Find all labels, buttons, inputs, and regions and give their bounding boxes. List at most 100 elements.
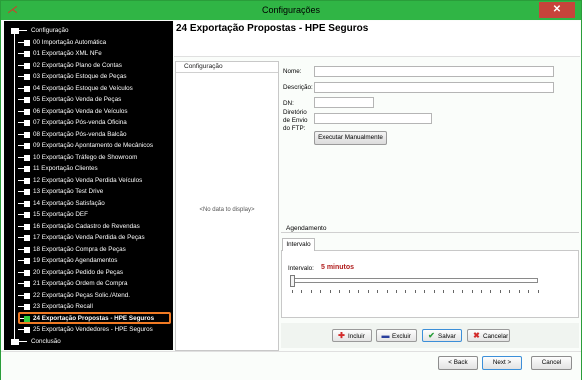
tree-item-step[interactable]: 12 Exportação Venda Perdida Veículos (4, 175, 173, 186)
cancelar-button[interactable]: ✖ Cancelar (467, 329, 510, 342)
slider-tick (471, 290, 473, 293)
slider-tick (367, 290, 369, 293)
tree-item-step[interactable]: 11 Exportação Clientes (4, 163, 173, 174)
diretorio-ftp-input[interactable] (314, 113, 432, 124)
tree-node-icon (24, 97, 30, 103)
tree-item-label: 21 Exportação Ordem de Compra (33, 280, 128, 287)
tree-node-icon (24, 189, 30, 195)
nome-input[interactable] (314, 66, 554, 77)
executar-manualmente-button[interactable]: Executar Manualmente (314, 131, 387, 145)
title-bar[interactable]: ⋌ Configurações ✕ (1, 1, 581, 20)
tree-item-label: 12 Exportação Venda Perdida Veículos (33, 176, 143, 184)
tree-node-icon (24, 258, 30, 264)
tree-item-step[interactable]: 05 Exportação Venda de Peças (4, 94, 173, 105)
tree-node-icon (11, 338, 19, 345)
tree-item-step[interactable]: 01 Exportação XML NFe (4, 48, 173, 59)
tree-item-label: 04 Exportação Estoque de Veículos (33, 84, 133, 92)
tree-item-label: 18 Exportação Compra de Peças (33, 245, 126, 253)
tree-item-step[interactable]: 19 Exportação Agendamentos (4, 255, 173, 266)
slider-tick (377, 290, 379, 293)
tree-item-step[interactable]: 06 Exportação Venda de Veículos (4, 106, 173, 117)
nome-label: Nome: (283, 68, 302, 75)
column-header-configuracao[interactable]: Configuração (176, 62, 278, 73)
tree-node-icon (24, 235, 30, 241)
diretorio-label-line2: de Envio (283, 117, 308, 124)
tree-item-step[interactable]: 16 Exportação Cadastro de Revendas (4, 221, 173, 232)
tree-node-icon (24, 269, 30, 276)
tree-item-step[interactable]: 04 Exportação Estoque de Veículos (4, 83, 173, 94)
tree-item-label: 02 Exportação Plano de Contas (33, 61, 122, 69)
dn-input[interactable] (314, 97, 374, 108)
dn-label: DN: (283, 100, 294, 107)
tree-item-label: 00 Importação Automática (33, 38, 107, 46)
tab-intervalo[interactable]: Intervalo (282, 238, 315, 251)
tree-item-label: 06 Exportação Venda de Veículos (33, 107, 128, 115)
back-button[interactable]: < Back (438, 356, 478, 370)
tree-item-step[interactable]: 14 Exportação Satisfação (4, 198, 173, 209)
diretorio-label-line3: do FTP: (283, 125, 306, 132)
page-header: 24 Exportação Propostas - HPE Seguros (174, 21, 580, 57)
slider-tick (481, 290, 482, 293)
tree-node-icon (24, 62, 30, 69)
tree-node-icon (24, 327, 30, 333)
incluir-button[interactable]: ✚ Incluir (332, 329, 372, 342)
slider-tick (339, 290, 341, 293)
diretorio-label-line1: Diretório (283, 109, 307, 116)
cancel-button[interactable]: Cancel (531, 356, 572, 370)
tree-item-step[interactable]: 08 Exportação Pós-venda Balcão (4, 129, 173, 140)
slider-tick (405, 290, 407, 293)
tree-root-configuracao[interactable]: Configuração (4, 25, 173, 36)
slider-tick (301, 290, 303, 293)
tree-item-step[interactable]: 18 Exportação Compra de Peças (4, 244, 173, 255)
tree-item-step[interactable]: 07 Exportação Pós-venda Oficina (4, 117, 173, 128)
tree-item-step[interactable]: 09 Exportação Apontamento de Mecânicos (4, 140, 173, 151)
tree-node-icon (24, 51, 30, 57)
tree-item-step[interactable]: 15 Exportação DEF (4, 209, 173, 220)
intervalo-value: 5 minutos (321, 264, 355, 271)
tree-item-label: 07 Exportação Pós-venda Oficina (33, 119, 127, 126)
tree-node-icon (24, 223, 30, 230)
excluir-button[interactable]: ▬ Excluir (376, 329, 417, 342)
tree-item-step[interactable]: 03 Exportação Estoque de Peças (4, 71, 173, 82)
tree-branch (15, 30, 27, 31)
tree-node-icon (24, 292, 30, 299)
tree-node-icon (24, 131, 30, 138)
tree-item-label: 17 Exportação Venda Perdida de Peças (33, 234, 145, 241)
tree-item-step[interactable]: 13 Exportação Test Drive (4, 186, 173, 197)
tree-item-label: 25 Exportação Vendedores - HPE Seguros (33, 326, 153, 333)
tree-item-label: 20 Exportação Pedido de Peças (33, 268, 123, 276)
tree-item-step[interactable]: 10 Exportação Tráfego de Showroom (4, 152, 173, 163)
slider-tick (528, 290, 530, 293)
tree-item-step[interactable]: 23 Exportação Recall (4, 301, 173, 312)
intervalo-slider-track[interactable] (290, 278, 538, 283)
salvar-label: Salvar (438, 333, 456, 340)
cancelar-label: Cancelar (483, 333, 509, 340)
tree-item-step[interactable]: 25 Exportação Vendedores - HPE Seguros (4, 324, 173, 335)
intervalo-tab-panel (281, 250, 579, 318)
tree-node-icon (24, 177, 30, 184)
slider-tick (537, 290, 539, 293)
tree-item-step[interactable]: 02 Exportação Plano de Contas (4, 60, 173, 71)
tree-item-step[interactable]: 00 Importação Automática (4, 37, 173, 48)
salvar-button[interactable]: ✔ Salvar (422, 329, 462, 342)
tree-end-conclusao[interactable]: Conclusão (4, 336, 173, 347)
slider-tick (329, 290, 331, 293)
intervalo-slider-thumb[interactable] (290, 275, 295, 287)
close-button[interactable]: ✕ (539, 2, 575, 18)
tree-item-step[interactable]: 17 Exportação Venda Perdida de Peças (4, 232, 173, 243)
configuration-grid[interactable]: Configuração <No data to display> (175, 61, 279, 351)
page-title: 24 Exportação Propostas - HPE Seguros (176, 23, 369, 34)
slider-tick (424, 290, 426, 293)
tree-item-step[interactable]: 22 Exportação Peças Solic./Atend. (4, 290, 173, 301)
tree-item-label: 19 Exportação Agendamentos (33, 257, 118, 264)
descricao-input[interactable] (314, 82, 554, 93)
next-button[interactable]: Next > (482, 356, 522, 370)
slider-tick (292, 290, 293, 293)
plus-icon: ✚ (338, 331, 345, 340)
tree-item-step[interactable]: 21 Exportação Ordem de Compra (4, 278, 173, 289)
tree-item-label: Conclusão (31, 337, 61, 345)
tree-item-label: 09 Exportação Apontamento de Mecânicos (33, 142, 154, 149)
descricao-label: Descrição: (283, 84, 313, 91)
tree-item-step[interactable]: 20 Exportação Pedido de Peças (4, 267, 173, 278)
tree-item-label: 13 Exportação Test Drive (33, 188, 104, 195)
